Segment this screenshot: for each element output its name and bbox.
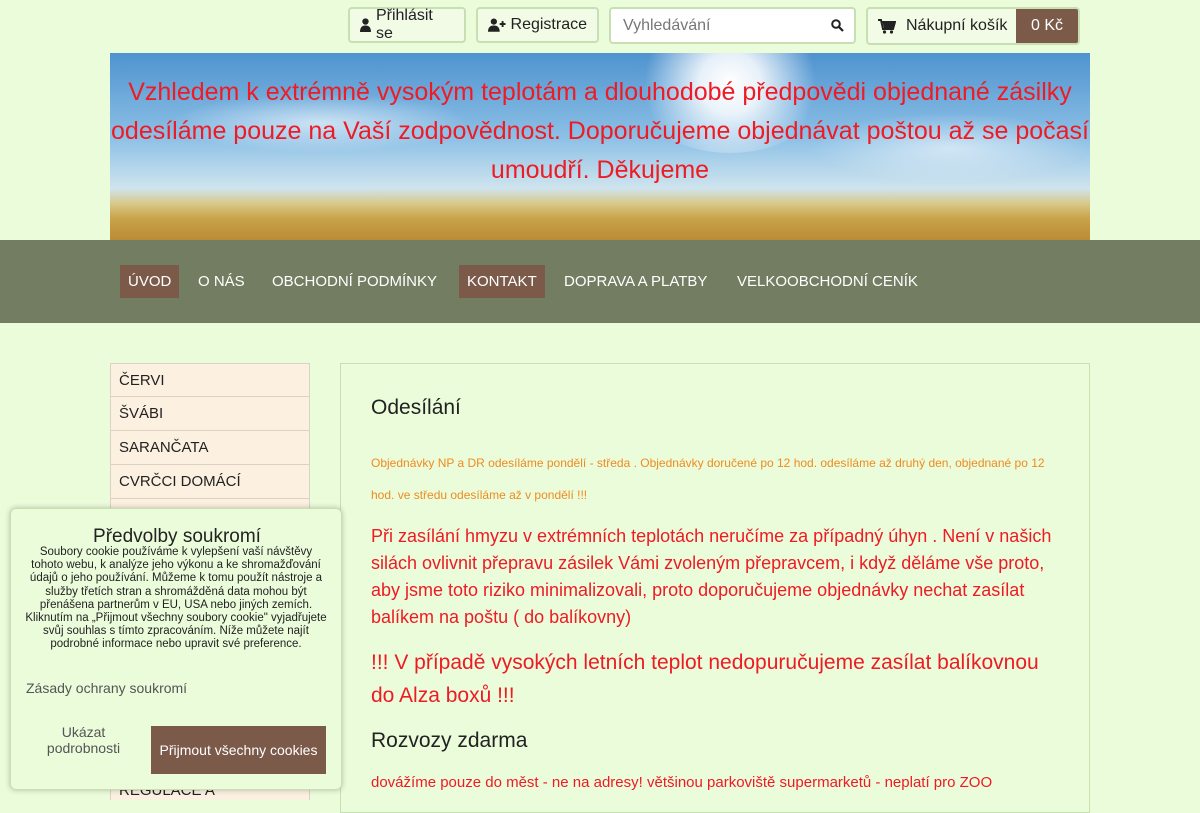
nav-item-kontakt[interactable]: KONTAKT bbox=[459, 265, 545, 298]
nav-item-doprava-a-platby[interactable]: DOPRAVA A PLATBY bbox=[556, 265, 715, 298]
user-plus-icon bbox=[488, 18, 506, 32]
free-delivery-heading: Rozvozy zdarma bbox=[371, 729, 528, 752]
accept-all-cookies-button[interactable]: Přijmout všechny cookies bbox=[151, 726, 326, 774]
category-item-cervi[interactable]: ČERVI bbox=[110, 363, 310, 397]
search-input[interactable] bbox=[611, 16, 835, 35]
category-item-svabi[interactable]: ŠVÁBI bbox=[110, 397, 310, 431]
shipping-schedule-note: Objednávky NP a DR odesíláme pondělí - s… bbox=[371, 456, 1045, 502]
login-label: Přihlásit se bbox=[375, 7, 433, 42]
nav-item-uvod[interactable]: ÚVOD bbox=[120, 265, 180, 298]
alza-box-warning: !!! V případě vysokých letních teplot ne… bbox=[371, 651, 1039, 707]
search-icon[interactable] bbox=[831, 19, 844, 32]
main-content: Odesílání Objednávky NP a DR odesíláme p… bbox=[340, 363, 1090, 813]
cart-label: Nákupní košík bbox=[906, 17, 1008, 34]
show-details-button[interactable]: Ukázat podrobnosti bbox=[31, 724, 136, 756]
cookie-dialog-text: Soubory cookie používáme k vylepšení vaš… bbox=[25, 546, 327, 651]
user-icon bbox=[360, 18, 371, 32]
main-nav: ÚVOD O NÁS OBCHODNÍ PODMÍNKY KONTAKT DOP… bbox=[0, 240, 1200, 323]
register-button[interactable]: Registrace bbox=[476, 7, 599, 43]
login-button[interactable]: Přihlásit se bbox=[348, 7, 466, 43]
banner-warning-text: Vzhledem k extrémně vysokým teplotám a d… bbox=[111, 78, 1089, 184]
heat-warning-paragraph: Při zasílání hmyzu v extrémních teplotác… bbox=[371, 526, 1052, 627]
top-bar: Přihlásit se Registrace Nákupní košík 0 … bbox=[0, 0, 1200, 52]
category-item-cvrcci-domaci[interactable]: CVRČCI DOMÁCÍ bbox=[110, 465, 310, 499]
nav-item-velkoobchodni-cenik[interactable]: VELKOOBCHODNÍ CENÍK bbox=[729, 265, 926, 298]
nav-item-obchodni-podminky[interactable]: OBCHODNÍ PODMÍNKY bbox=[264, 265, 445, 298]
category-item-sarancata[interactable]: SARANČATA bbox=[110, 431, 310, 465]
cookie-dialog-title: Předvolby soukromí bbox=[93, 526, 261, 547]
page-heading: Odesílání bbox=[371, 396, 461, 419]
privacy-policy-link[interactable]: Zásady ochrany soukromí bbox=[26, 680, 187, 696]
cart-button[interactable]: Nákupní košík 0 Kč bbox=[866, 7, 1080, 45]
cookie-consent-dialog: Předvolby soukromí Soubory cookie použív… bbox=[10, 508, 342, 790]
free-delivery-note: dovážíme pouze do měst - ne na adresy! v… bbox=[371, 774, 993, 791]
shopping-cart-icon bbox=[878, 18, 896, 34]
search-box bbox=[609, 7, 856, 44]
nav-item-o-nas[interactable]: O NÁS bbox=[190, 265, 253, 298]
register-label: Registrace bbox=[510, 16, 587, 33]
cart-total: 0 Kč bbox=[1016, 9, 1078, 43]
